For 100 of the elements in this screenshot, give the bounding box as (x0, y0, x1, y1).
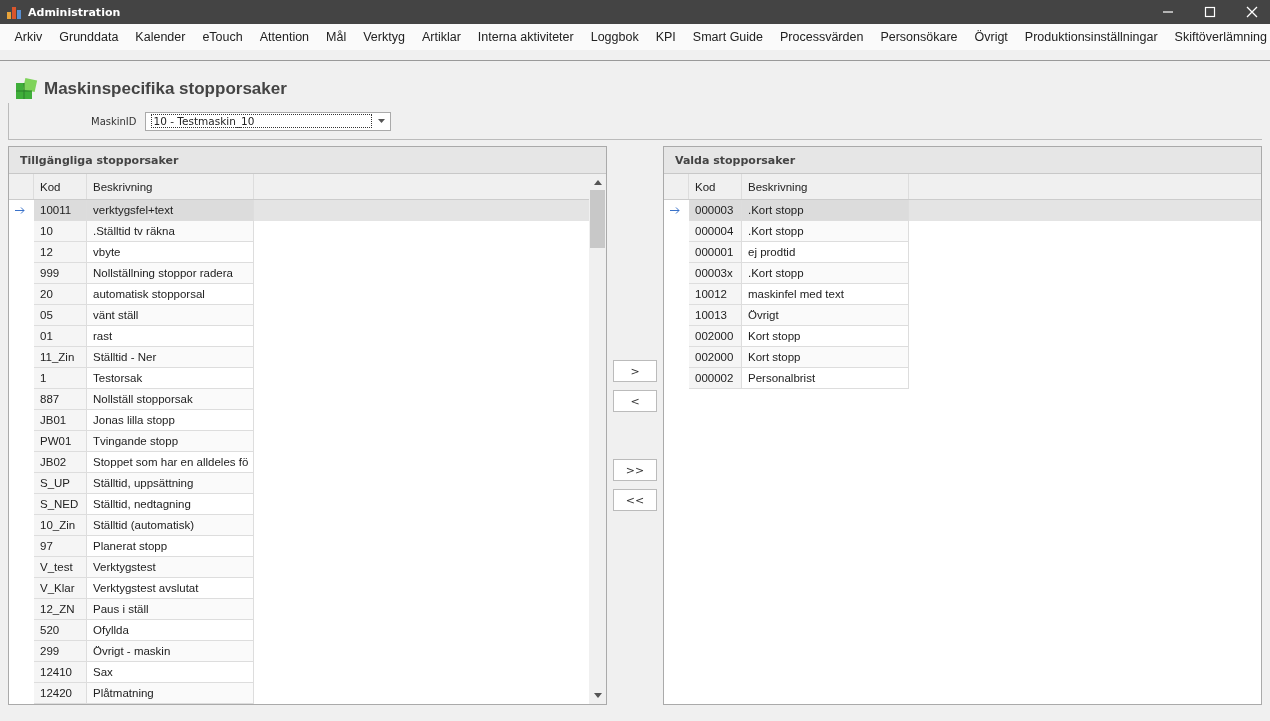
menu-item[interactable]: Produktionsinställningar (1016, 30, 1167, 44)
menu-item[interactable]: Artiklar (413, 30, 470, 44)
menu-item[interactable]: Övrigt (966, 30, 1017, 44)
menu-item[interactable]: Personsökare (871, 30, 966, 44)
table-row[interactable]: S_UP Ställtid, uppsättning (9, 473, 589, 494)
table-cell: Jonas lilla stopp (87, 410, 254, 431)
table-cell: Plåtmatning (87, 683, 254, 704)
menu-item[interactable]: eTouch (193, 30, 252, 44)
table-row[interactable]: 000004 .Kort stopp (664, 221, 1261, 242)
scroll-thumb[interactable] (590, 190, 605, 248)
table-row[interactable]: 12 vbyte (9, 242, 589, 263)
table-row[interactable]: 12420 Plåtmatning (9, 683, 589, 704)
menu-item[interactable]: KPI (647, 30, 685, 44)
table-cell: 01 (34, 326, 87, 347)
menu-item[interactable]: Verktyg (354, 30, 414, 44)
table-row[interactable]: PW01 Tvingande stopp (9, 431, 589, 452)
machine-dropdown[interactable]: 10 - Testmaskin_10 (144, 111, 391, 131)
table-row[interactable]: 10 .Ställtid tv räkna (9, 221, 589, 242)
table-cell: 000002 (689, 368, 742, 389)
table-cell: Sax (87, 662, 254, 683)
table-cell: V_Klar (34, 578, 87, 599)
table-row[interactable]: 000002 Personalbrist (664, 368, 1261, 389)
maximize-icon[interactable] (1204, 6, 1216, 18)
table-cell: maskinfel med text (742, 284, 909, 305)
table-cell: 05 (34, 305, 87, 326)
table-row[interactable]: 05 vänt ställ (9, 305, 589, 326)
table-cell: Paus i ställ (87, 599, 254, 620)
menu-item[interactable]: Interna aktiviteter (469, 30, 583, 44)
table-row[interactable]: 11_Zin Ställtid - Ner (9, 347, 589, 368)
table-row[interactable]: V_Klar Verktygstest avslutat (9, 578, 589, 599)
transfer-button[interactable]: >> (613, 459, 657, 481)
menu-item[interactable]: Kalender (126, 30, 194, 44)
table-cell: 12420 (34, 683, 87, 704)
table-cell: .Ställtid tv räkna (87, 221, 254, 242)
table-cell: vänt ställ (87, 305, 254, 326)
table-row[interactable]: 12410 Sax (9, 662, 589, 683)
transfer-button[interactable]: > (613, 360, 657, 382)
table-cell: 000004 (689, 221, 742, 242)
table-cell: .Kort stopp (742, 221, 909, 242)
table-row[interactable]: 12_ZN Paus i ställ (9, 599, 589, 620)
table-row[interactable]: 97 Planerat stopp (9, 536, 589, 557)
table-cell: Ställtid, nedtagning (87, 494, 254, 515)
scroll-down-icon[interactable] (593, 693, 602, 698)
table-cell: 10_Zin (34, 515, 87, 536)
table-cell: 10 (34, 221, 87, 242)
table-row[interactable]: 10011 verktygsfel+text (9, 200, 589, 221)
table-row[interactable]: 520 Ofyllda (9, 620, 589, 641)
table-cell: V_test (34, 557, 87, 578)
table-cell: 12410 (34, 662, 87, 683)
scroll-up-icon[interactable] (593, 180, 602, 185)
close-icon[interactable] (1246, 6, 1258, 18)
row-pointer-icon (15, 207, 25, 214)
table-row[interactable]: 002000 Kort stopp (664, 326, 1261, 347)
table-row[interactable]: JB02 Stoppet som har en alldeles fö (9, 452, 589, 473)
table-cell: ej prodtid (742, 242, 909, 263)
table-row[interactable]: 1 Testorsak (9, 368, 589, 389)
menu-item[interactable]: Skiftöverlämning (1166, 30, 1270, 44)
table-cell: Verktygstest avslutat (87, 578, 254, 599)
table-row[interactable]: 299 Övrigt - maskin (9, 641, 589, 662)
table-cell: rast (87, 326, 254, 347)
table-cell: Planerat stopp (87, 536, 254, 557)
table-cell: 00003x (689, 263, 742, 284)
table-cell: Tvingande stopp (87, 431, 254, 452)
menu-item[interactable]: Smart Guide (684, 30, 772, 44)
scrollbar[interactable] (589, 174, 606, 704)
field-label: MaskinID (91, 115, 137, 127)
table-row[interactable]: 10_Zin Ställtid (automatisk) (9, 515, 589, 536)
table-row[interactable]: 000003 .Kort stopp (664, 200, 1261, 221)
table-row[interactable]: 01 rast (9, 326, 589, 347)
table-row[interactable]: 10013 Övrigt (664, 305, 1261, 326)
table-row[interactable]: 00003x .Kort stopp (664, 263, 1261, 284)
table-row[interactable]: 000001 ej prodtid (664, 242, 1261, 263)
table-row[interactable]: 999 Nollställning stoppor radera (9, 263, 589, 284)
table-row[interactable]: V_test Verktygstest (9, 557, 589, 578)
table-row[interactable]: 10012 maskinfel med text (664, 284, 1261, 305)
transfer-button[interactable]: < (613, 390, 657, 412)
table-row[interactable]: 20 automatisk stopporsal (9, 284, 589, 305)
table-cell: S_NED (34, 494, 87, 515)
menu-item[interactable]: Grunddata (50, 30, 127, 44)
table-row[interactable]: S_NED Ställtid, nedtagning (9, 494, 589, 515)
table-row[interactable]: JB01 Jonas lilla stopp (9, 410, 589, 431)
table-cell: 999 (34, 263, 87, 284)
menu-item[interactable]: Mål (317, 30, 355, 44)
table-cell: JB02 (34, 452, 87, 473)
table-row[interactable]: 887 Nollställ stopporsak (9, 389, 589, 410)
table-cell: 20 (34, 284, 87, 305)
table-cell: Ställtid, uppsättning (87, 473, 254, 494)
menu-item[interactable]: Loggbok (582, 30, 648, 44)
table-cell: .Kort stopp (742, 263, 909, 284)
transfer-button[interactable]: << (613, 489, 657, 511)
table-cell: Övrigt - maskin (87, 641, 254, 662)
table-cell: .Kort stopp (742, 200, 909, 221)
menu-item[interactable]: Processvärden (771, 30, 872, 44)
table-cell: Kort stopp (742, 347, 909, 368)
table-cell: Kort stopp (742, 326, 909, 347)
table-row[interactable]: 002000 Kort stopp (664, 347, 1261, 368)
row-pointer-icon (670, 207, 680, 214)
menu-item[interactable]: Attention (251, 30, 318, 44)
menu-item[interactable]: Arkiv (6, 30, 51, 44)
table-cell: 11_Zin (34, 347, 87, 368)
